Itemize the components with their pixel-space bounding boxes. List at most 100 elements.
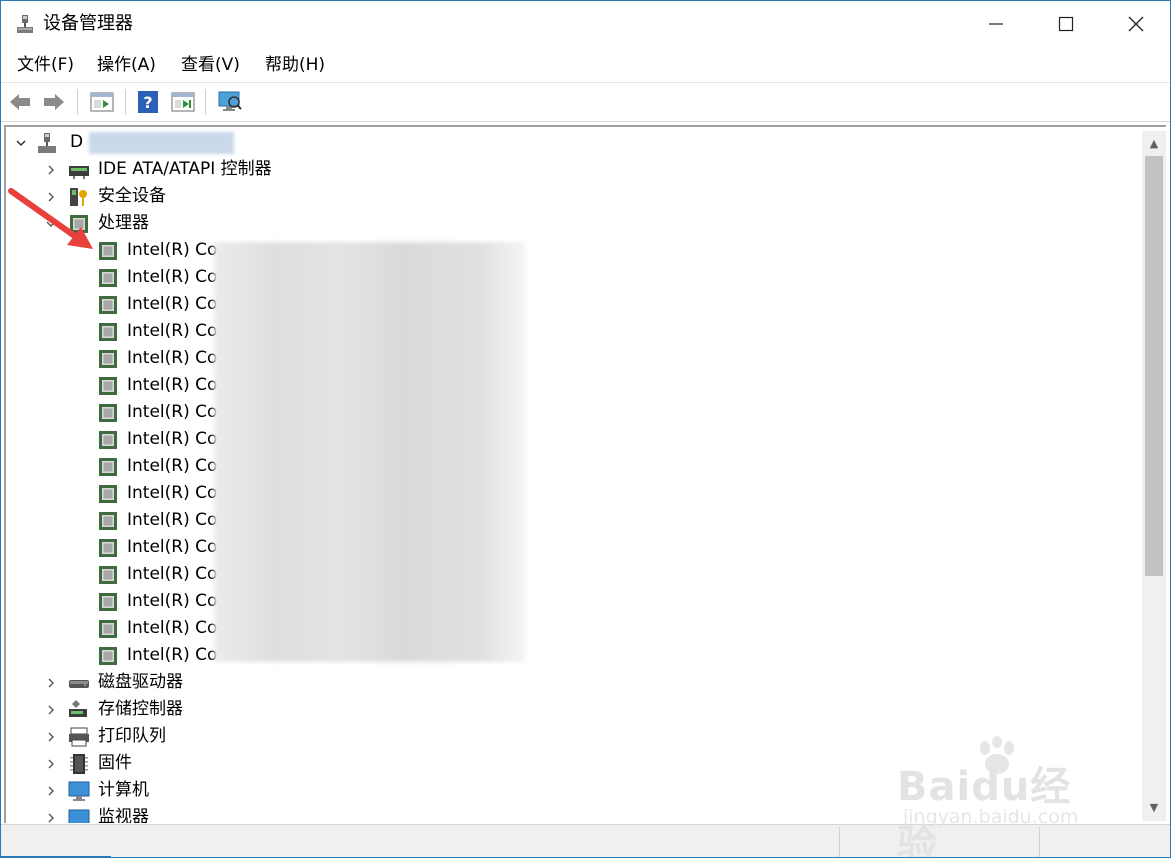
processor-icon: [99, 350, 117, 368]
baidu-watermark: Baidu经验 jingyan.baidu.com: [897, 736, 1112, 857]
tree-category[interactable]: 磁盘驱动器: [6, 669, 706, 696]
update-driver-icon[interactable]: [170, 89, 196, 115]
processor-icon: [99, 485, 117, 503]
tree-category-label: 打印队列: [98, 726, 166, 746]
processor-icon: [99, 296, 117, 314]
close-button[interactable]: [1101, 1, 1170, 47]
redaction-blur: [89, 132, 234, 154]
menu-action[interactable]: 操作(A): [95, 53, 158, 77]
processor-icon: [99, 539, 117, 557]
tree-root[interactable]: D: [6, 129, 606, 156]
redaction-blur: [214, 242, 526, 662]
computer-icon: [68, 781, 90, 801]
back-icon[interactable]: [7, 89, 33, 115]
title-bar: 设备管理器: [1, 1, 1170, 47]
menu-view[interactable]: 查看(V): [179, 53, 242, 77]
tree-category[interactable]: 处理器: [6, 210, 706, 237]
tree-category-label: 计算机: [98, 780, 149, 800]
toolbar-separator: [77, 89, 78, 115]
scan-hardware-icon[interactable]: [217, 89, 243, 115]
tree-category[interactable]: 计算机: [6, 777, 706, 804]
minimize-button[interactable]: [961, 1, 1031, 47]
device-manager-window: 设备管理器 文件(F) 操作(A) 查看(V) 帮助(H) ? D IDE AT…: [0, 0, 1171, 858]
status-divider: [839, 827, 840, 857]
processor-label: Intel(R) Co: [127, 429, 218, 449]
toolbar-separator: [205, 89, 206, 115]
svg-text:?: ?: [143, 93, 152, 112]
tree-category-label: 监视器: [98, 807, 149, 823]
close-icon: [1128, 16, 1144, 32]
chevron-right-icon[interactable]: [44, 777, 58, 804]
tree-category[interactable]: 安全设备: [6, 183, 706, 210]
tree-category[interactable]: 打印队列: [6, 723, 706, 750]
maximize-button[interactable]: [1031, 1, 1101, 47]
processor-label: Intel(R) Co: [127, 375, 218, 395]
toolbar-separator: [125, 89, 126, 115]
processor-icon: [99, 512, 117, 530]
toolbar: ?: [1, 82, 1170, 122]
tree-category-label: 存储控制器: [98, 699, 183, 719]
menu-help[interactable]: 帮助(H): [263, 53, 327, 77]
minimize-icon: [989, 23, 1003, 25]
menu-bar: 文件(F) 操作(A) 查看(V) 帮助(H): [1, 49, 1170, 81]
processor-label: Intel(R) Co: [127, 618, 218, 638]
chevron-right-icon[interactable]: [44, 156, 58, 183]
processor-label: Intel(R) Co: [127, 591, 218, 611]
tree-category-label: 磁盘驱动器: [98, 672, 183, 692]
monitor-icon: [68, 809, 90, 823]
processor-icon: [99, 458, 117, 476]
forward-icon[interactable]: [41, 89, 67, 115]
chevron-right-icon[interactable]: [44, 696, 58, 723]
processor-label: Intel(R) Co: [127, 240, 218, 260]
processor-icon: [99, 323, 117, 341]
chevron-down-icon[interactable]: [14, 129, 28, 156]
processor-label: Intel(R) Co: [127, 267, 218, 287]
tree-category-label: IDE ATA/ATAPI 控制器: [98, 159, 272, 179]
processor-icon: [99, 269, 117, 287]
tree-category-label: 固件: [98, 753, 132, 773]
processor-label: Intel(R) Co: [127, 456, 218, 476]
scroll-up-icon[interactable]: ▲: [1142, 133, 1166, 153]
scrollbar-thumb[interactable]: [1145, 156, 1163, 576]
processor-icon: [99, 566, 117, 584]
device-manager-icon: [17, 15, 33, 33]
watermark-url: jingyan.baidu.com: [903, 806, 1079, 828]
processor-icon: [99, 404, 117, 422]
chevron-right-icon[interactable]: [44, 804, 58, 823]
processor-label: Intel(R) Co: [127, 321, 218, 341]
device-tree: D IDE ATA/ATAPI 控制器安全设备 处理器 Intel(R) Co In…: [4, 125, 1166, 823]
chevron-right-icon[interactable]: [44, 750, 58, 777]
tree-category[interactable]: 存储控制器: [6, 696, 706, 723]
processor-icon: [99, 377, 117, 395]
firmware-icon: [70, 754, 88, 774]
processor-label: Intel(R) Co: [127, 348, 218, 368]
processor-label: Intel(R) Co: [127, 510, 218, 530]
processor-icon: [99, 620, 117, 638]
processor-label: Intel(R) Co: [127, 564, 218, 584]
window-title: 设备管理器: [43, 13, 133, 34]
maximize-icon: [1058, 16, 1074, 32]
menu-file[interactable]: 文件(F): [15, 53, 76, 77]
chevron-right-icon[interactable]: [44, 723, 58, 750]
computer-root-icon: [38, 133, 56, 153]
chevron-right-icon[interactable]: [44, 669, 58, 696]
scroll-down-icon[interactable]: ▼: [1142, 797, 1166, 817]
processor-icon: [99, 647, 117, 665]
help-icon[interactable]: ?: [135, 89, 161, 115]
processor-label: Intel(R) Co: [127, 483, 218, 503]
annotation-arrow-icon: [8, 188, 93, 249]
processor-label: Intel(R) Co: [127, 402, 218, 422]
tree-category[interactable]: IDE ATA/ATAPI 控制器: [6, 156, 706, 183]
tree-category[interactable]: 固件: [6, 750, 706, 777]
processor-label: Intel(R) Co: [127, 645, 218, 665]
print-queue-icon: [69, 727, 89, 747]
properties-icon[interactable]: [89, 89, 115, 115]
tree-category[interactable]: 监视器: [6, 804, 706, 823]
processor-icon: [99, 593, 117, 611]
tree-root-label: D: [70, 132, 84, 152]
processor-label: Intel(R) Co: [127, 294, 218, 314]
disk-drive-icon: [69, 680, 89, 688]
processor-icon: [99, 431, 117, 449]
processor-label: Intel(R) Co: [127, 537, 218, 557]
vertical-scrollbar[interactable]: ▲ ▼: [1142, 131, 1166, 821]
